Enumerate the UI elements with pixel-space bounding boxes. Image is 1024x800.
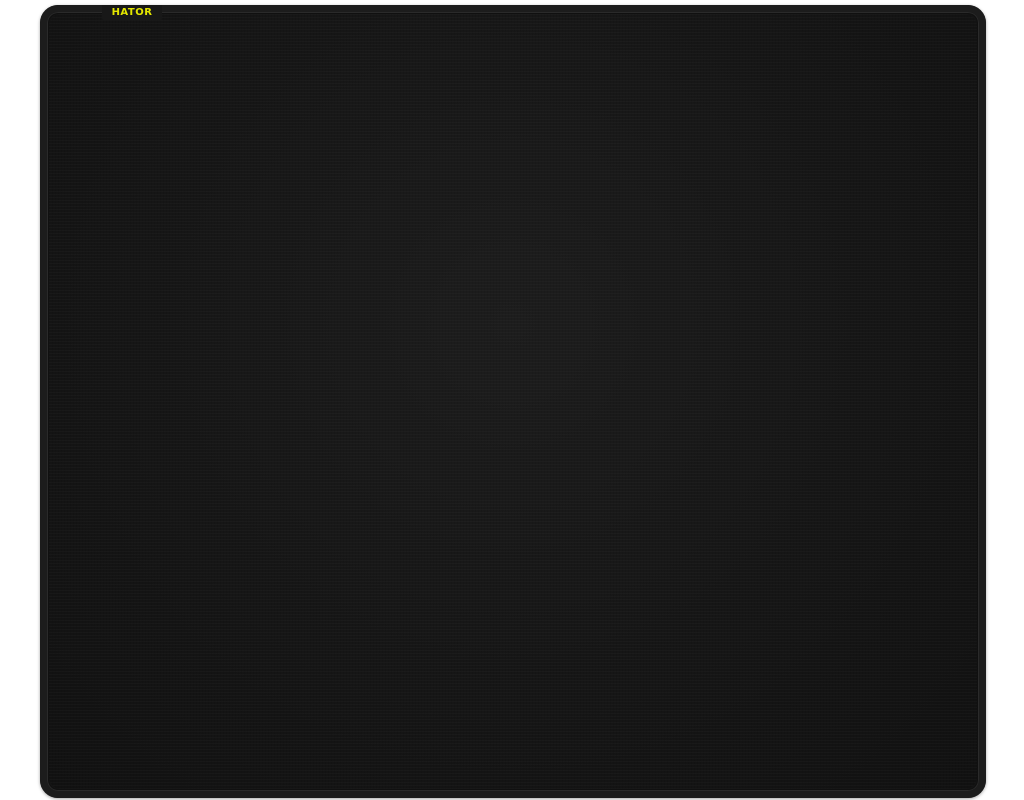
mousepad-texture [49, 14, 977, 789]
product-image-stage: HATOR [0, 0, 1024, 800]
brand-logo-text: HATOR [111, 6, 153, 18]
mousepad: HATOR [40, 5, 986, 798]
mousepad-surface [49, 14, 977, 789]
brand-tag: HATOR [102, 5, 162, 20]
